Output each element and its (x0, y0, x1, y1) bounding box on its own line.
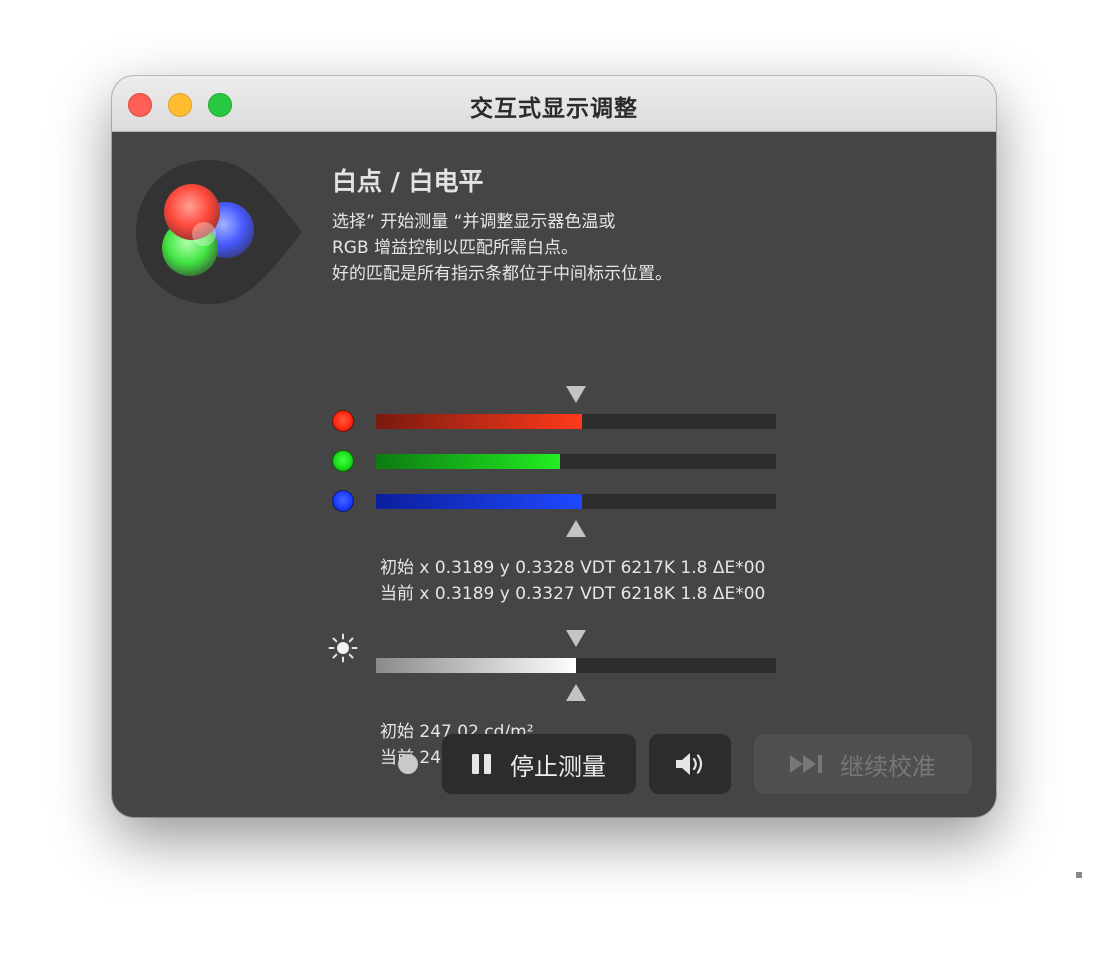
blue-gain-fill (376, 494, 582, 509)
skip-forward-icon (790, 755, 822, 773)
instruction-line: 好的匹配是所有指示条都位于中间标示位置。 (332, 264, 672, 284)
speaker-icon (676, 753, 703, 775)
luminance-target-marker-bottom-icon (566, 684, 586, 701)
color-readout-current: 当前 x 0.3189 y 0.3327 VDT 6218K 1.8 ΔE*00 (380, 584, 766, 604)
instruction-line: 选择” 开始测量 “并调整显示器色温或 (332, 212, 616, 232)
section-heading: 白点 / 白电平 (332, 167, 484, 196)
decorative-speck (1076, 872, 1082, 878)
continue-calibration-label: 继续校准 (840, 752, 936, 781)
color-readout-initial: 初始 x 0.3189 y 0.3328 VDT 6217K 1.8 ΔE*00 (380, 558, 766, 578)
green-gain-fill (376, 454, 560, 469)
target-marker-bottom-icon (566, 520, 586, 537)
luminance-target-marker-top-icon (566, 630, 586, 647)
instructions-text: 选择” 开始测量 “并调整显示器色温或 RGB 增益控制以匹配所需白点。 好的匹… (332, 209, 672, 287)
target-marker-top-icon (566, 386, 586, 403)
blue-gain-bar (376, 494, 776, 509)
green-gain-bar (376, 454, 776, 469)
pause-icon (472, 754, 492, 774)
window-title: 交互式显示调整 (470, 96, 638, 122)
luminance-bar (376, 658, 776, 673)
sun-icon (328, 633, 358, 663)
red-channel-icon (332, 410, 354, 432)
stop-measurement-button[interactable]: 停止测量 (442, 734, 636, 794)
rgb-drop-logo-icon (136, 160, 302, 304)
green-channel-icon (332, 450, 354, 472)
luminance-fill (376, 658, 576, 673)
interactive-display-adjust-window: 交互式显示调整 白点 / 白电平 选择” 开始测量 “并调整显示器色温或 RGB… (112, 76, 996, 817)
red-gain-fill (376, 414, 582, 429)
stop-measurement-label: 停止测量 (510, 752, 606, 781)
sound-toggle-button[interactable] (649, 734, 731, 794)
continue-calibration-button[interactable]: 继续校准 (754, 734, 972, 794)
blue-channel-icon (332, 490, 354, 512)
color-readout: 初始 x 0.3189 y 0.3328 VDT 6217K 1.8 ΔE*00… (380, 555, 765, 607)
measurement-status-indicator (398, 754, 418, 774)
content-area: 白点 / 白电平 选择” 开始测量 “并调整显示器色温或 RGB 增益控制以匹配… (112, 132, 996, 817)
title-bar: 交互式显示调整 (112, 76, 996, 132)
instruction-line: RGB 增益控制以匹配所需白点。 (332, 238, 579, 258)
red-gain-bar (376, 414, 776, 429)
